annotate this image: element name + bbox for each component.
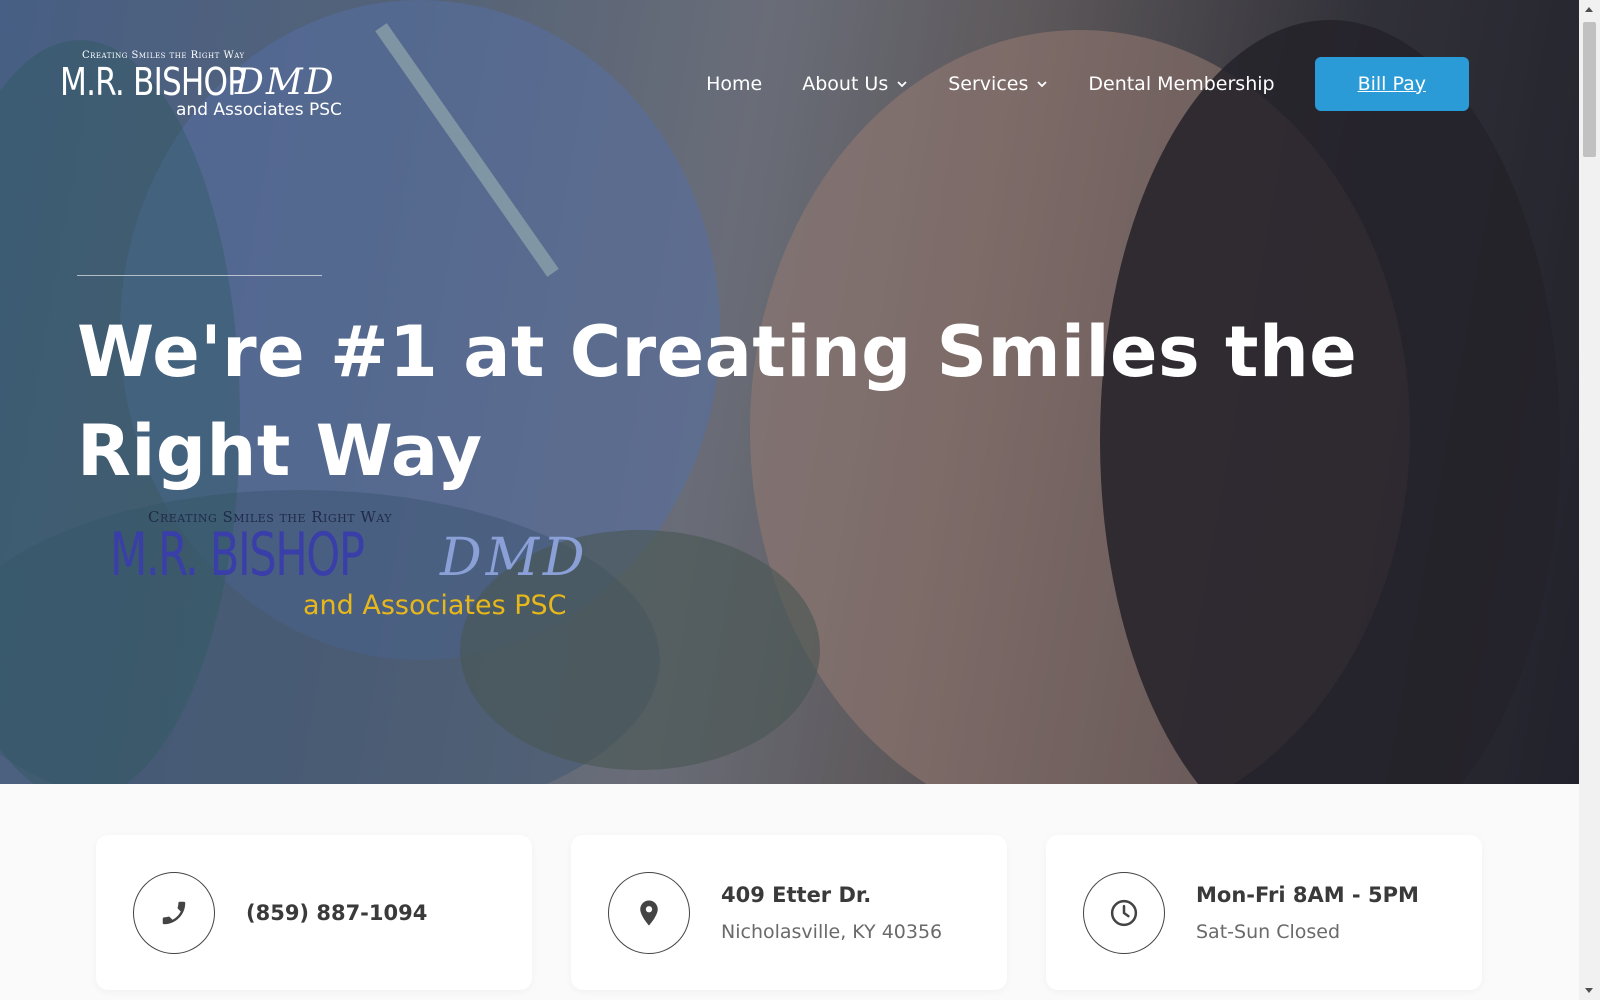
- nav-home-label: Home: [706, 72, 763, 95]
- chevron-down-icon: [897, 80, 907, 87]
- nav-services-label: Services: [948, 72, 1029, 95]
- phone-number: (859) 887-1094: [246, 900, 428, 925]
- logo-name: M.R. BISHOP: [60, 60, 246, 104]
- hero-divider: [77, 275, 322, 276]
- address-city: Nicholasville, KY 40356: [721, 920, 943, 943]
- scroll-down-icon[interactable]: [1585, 988, 1593, 993]
- hero-title: We're #1 at Creating Smiles the Right Wa…: [77, 311, 1358, 492]
- hero-logo-name: M.R. BISHOP: [110, 520, 365, 590]
- address-street: 409 Etter Dr.: [721, 882, 872, 907]
- scrollbar-thumb[interactable]: [1583, 22, 1596, 157]
- hero-section: Creating Smiles the Right Way M.R. BISHO…: [0, 0, 1579, 784]
- nav-services[interactable]: Services: [948, 73, 1048, 95]
- address-card[interactable]: 409 Etter Dr. Nicholasville, KY 40356: [571, 835, 1007, 990]
- site-logo[interactable]: Creating Smiles the Right Way M.R. BISHO…: [60, 50, 380, 122]
- scroll-up-icon[interactable]: [1585, 7, 1593, 12]
- hero-logo-credential: DMD: [440, 528, 589, 588]
- nav-membership-label: Dental Membership: [1088, 72, 1275, 95]
- phone-icon: [133, 871, 215, 954]
- chevron-down-icon: [1037, 80, 1048, 87]
- nav-home[interactable]: Home: [706, 73, 762, 95]
- location-pin-icon: [608, 871, 690, 954]
- phone-card[interactable]: (859) 887-1094: [96, 835, 532, 990]
- clock-icon: [1083, 871, 1165, 954]
- hours-card: Mon-Fri 8AM - 5PM Sat-Sun Closed: [1046, 835, 1482, 990]
- hero-logo-subtitle: and Associates PSC: [303, 590, 567, 621]
- nav-about-label: About Us: [802, 72, 889, 95]
- main-nav: Home About Us Services Dental Membership…: [706, 55, 1469, 112]
- logo-subtitle: and Associates PSC: [176, 100, 342, 120]
- page-scrollbar[interactable]: [1579, 0, 1600, 1000]
- nav-dental-membership[interactable]: Dental Membership: [1088, 73, 1274, 95]
- hero-logo: Creating Smiles the Right Way M.R. BISHO…: [110, 508, 630, 628]
- hours-weekend: Sat-Sun Closed: [1196, 920, 1341, 943]
- bill-pay-button[interactable]: Bill Pay: [1314, 56, 1469, 111]
- nav-about-us[interactable]: About Us: [802, 73, 908, 95]
- hours-weekday: Mon-Fri 8AM - 5PM: [1196, 882, 1419, 907]
- info-cards: (859) 887-1094 409 Etter Dr. Nicholasvil…: [96, 835, 1482, 990]
- logo-credential: DMD: [235, 62, 336, 103]
